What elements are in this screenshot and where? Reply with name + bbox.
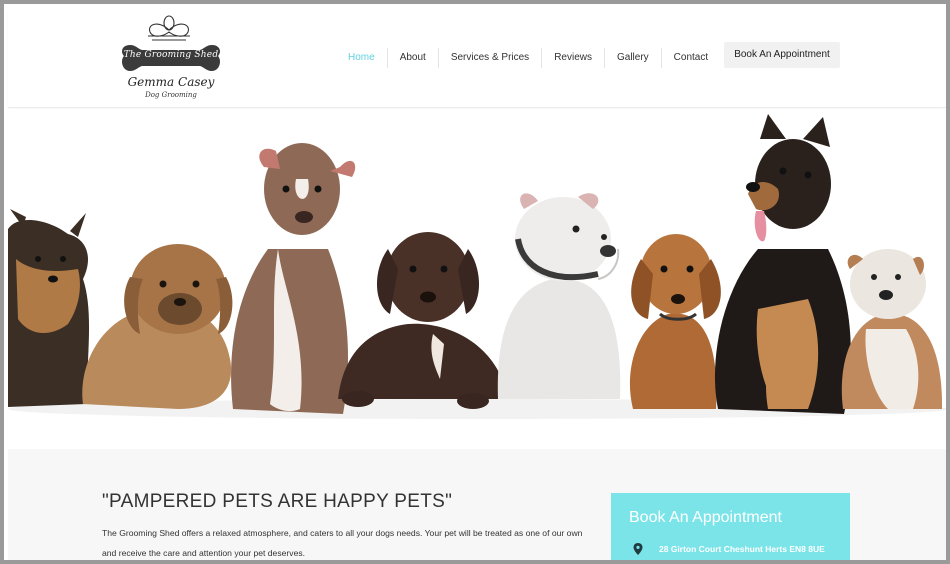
- address-row: 28 Girton Court Cheshunt Herts EN8 8UE: [633, 543, 825, 555]
- main-nav: Home About Services & Prices Reviews Gal…: [338, 42, 720, 74]
- hero-puppies-image: [8, 114, 946, 419]
- tagline-heading: "PAMPERED PETS ARE HAPPY PETS": [102, 491, 453, 512]
- logo-badge-text: The Grooming Shed: [123, 50, 219, 60]
- site-header: The Grooming Shed Gemma Casey Dog Groomi…: [8, 8, 946, 108]
- book-appointment-button[interactable]: Book An Appointment: [724, 42, 840, 68]
- appointment-address: 28 Girton Court Cheshunt Herts EN8 8UE: [659, 544, 825, 554]
- puppy-white-bulldog: [497, 193, 621, 399]
- ornament-icon: [148, 15, 190, 41]
- puppy-yorkie: [8, 209, 90, 407]
- intro-line: and receive the care and attention your …: [102, 548, 306, 558]
- browser-frame: The Grooming Shed Gemma Casey Dog Groomi…: [0, 0, 950, 564]
- puppy-brindle: [231, 143, 356, 414]
- intro-text: The Grooming Shed offers a relaxed atmos…: [102, 523, 602, 560]
- appointment-card-title[interactable]: Book An Appointment: [629, 509, 782, 527]
- puppy-fluffy: [82, 244, 233, 409]
- nav-contact[interactable]: Contact: [660, 48, 720, 68]
- puppy-english-bulldog: [841, 249, 943, 409]
- nav-services-prices[interactable]: Services & Prices: [437, 48, 541, 68]
- nav-about[interactable]: About: [386, 48, 438, 68]
- hero-slider: [8, 109, 946, 449]
- appointment-card[interactable]: Book An Appointment 28 Girton Court Ches…: [611, 493, 850, 560]
- puppy-german-shepherd: [714, 114, 851, 414]
- puppy-dachshund: [629, 234, 721, 409]
- nav-reviews[interactable]: Reviews: [541, 48, 604, 68]
- puppy-chocolate-lab: [338, 232, 508, 409]
- nav-gallery[interactable]: Gallery: [603, 48, 661, 68]
- intro-section: "PAMPERED PETS ARE HAPPY PETS" The Groom…: [8, 449, 946, 560]
- logo-name: Gemma Casey: [127, 75, 215, 89]
- site-logo[interactable]: The Grooming Shed Gemma Casey Dog Groomi…: [116, 12, 226, 104]
- map-pin-icon: [633, 543, 643, 555]
- chevron-right-icon[interactable]: [8, 109, 20, 121]
- intro-line: The Grooming Shed offers a relaxed atmos…: [102, 528, 583, 538]
- logo-subtitle: Dog Grooming: [145, 91, 197, 99]
- nav-home[interactable]: Home: [338, 48, 387, 68]
